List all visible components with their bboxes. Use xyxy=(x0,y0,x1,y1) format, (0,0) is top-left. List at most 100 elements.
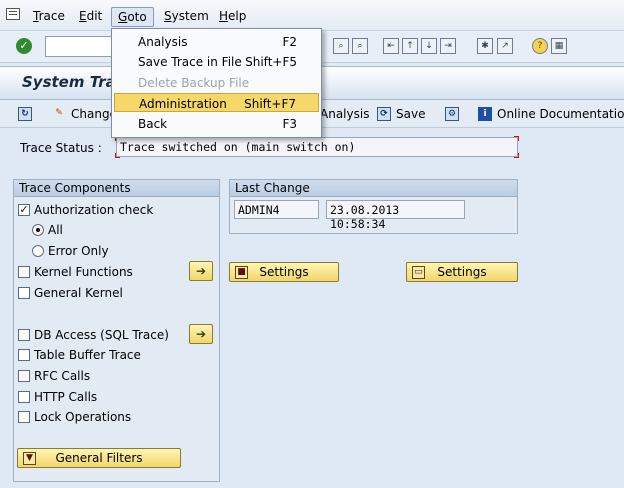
rfc-calls-checkbox[interactable] xyxy=(18,370,30,382)
trace-components-title: Trace Components xyxy=(14,180,219,197)
menu-item-analysis-label: Analysis xyxy=(138,35,188,49)
db-access-option[interactable]: DB Access (SQL Trace) xyxy=(18,328,169,342)
menu-item-administration[interactable]: Administration Shift+F7 xyxy=(114,93,319,112)
help-icon[interactable]: ? xyxy=(532,38,548,54)
display-change-button[interactable]: ↻ xyxy=(18,104,32,124)
rfc-calls-option[interactable]: RFC Calls xyxy=(18,369,90,383)
kernel-functions-checkbox[interactable] xyxy=(18,266,30,278)
http-calls-label: HTTP Calls xyxy=(34,390,98,404)
find-next-icon[interactable]: ⌕ xyxy=(352,38,368,54)
menu-edit[interactable]: Edit xyxy=(73,7,108,27)
http-calls-checkbox[interactable] xyxy=(18,391,30,403)
general-kernel-checkbox[interactable] xyxy=(18,287,30,299)
menu-item-delete-backup: Delete Backup File xyxy=(114,73,319,92)
save-label: Save xyxy=(396,107,426,121)
settings-button-right[interactable]: ▭ Settings xyxy=(406,262,518,282)
lock-operations-option[interactable]: Lock Operations xyxy=(18,410,131,424)
menu-item-delete-backup-label: Delete Backup File xyxy=(138,76,250,90)
radio-errors-option[interactable]: Error Only xyxy=(32,244,109,258)
next-page-icon[interactable]: ↓ xyxy=(421,38,437,54)
required-marker xyxy=(514,136,519,141)
new-session-icon[interactable]: ✱ xyxy=(477,38,493,54)
menu-item-administration-label: Administration xyxy=(139,97,227,111)
table-buffer-label: Table Buffer Trace xyxy=(34,348,141,362)
last-page-icon[interactable]: ⇥ xyxy=(440,38,456,54)
find-icon[interactable]: ⌕ xyxy=(333,38,349,54)
arrow-right-icon: ➔ xyxy=(195,327,207,341)
analysis-button[interactable]: Analysis xyxy=(320,104,369,124)
arrow-right-icon: ➔ xyxy=(195,264,207,278)
menu-item-analysis-shortcut: F2 xyxy=(282,35,297,49)
required-marker xyxy=(115,153,120,158)
menu-help[interactable]: Help xyxy=(213,7,252,27)
system-menu-icon[interactable] xyxy=(6,8,20,20)
open-folder-icon: ▭ xyxy=(412,266,425,279)
save-icon: ■ xyxy=(235,266,248,279)
db-access-label: DB Access (SQL Trace) xyxy=(34,328,169,342)
db-access-checkbox[interactable] xyxy=(18,329,30,341)
general-filters-button[interactable]: ▼ General Filters xyxy=(17,448,181,468)
trace-status-label: Trace Status : xyxy=(20,141,102,155)
lock-operations-checkbox[interactable] xyxy=(18,411,30,423)
menu-trace[interactable]: Trace xyxy=(27,7,71,27)
settings-tool-button[interactable]: ⚙ xyxy=(445,104,459,124)
radio-errors-only[interactable] xyxy=(32,245,44,257)
page-title: System Tra xyxy=(22,73,116,91)
settings-button-left[interactable]: ■ Settings xyxy=(229,262,339,282)
kernel-functions-label: Kernel Functions xyxy=(34,265,133,279)
menu-item-save-trace[interactable]: Save Trace in File Shift+F5 xyxy=(114,52,319,71)
filter-icon: ▼ xyxy=(23,452,36,465)
kernel-functions-option[interactable]: Kernel Functions xyxy=(18,265,133,279)
kernel-details-button[interactable]: ➔ xyxy=(189,261,213,281)
online-documentation-label: Online Documentation xyxy=(497,107,624,121)
lock-operations-label: Lock Operations xyxy=(34,410,132,424)
previous-page-icon[interactable]: ↑ xyxy=(402,38,418,54)
menu-goto[interactable]: Goto xyxy=(111,7,154,27)
settings-right-label: Settings xyxy=(437,265,487,279)
general-filters-label: General Filters xyxy=(55,451,143,465)
general-kernel-label: General Kernel xyxy=(34,286,123,300)
last-change-title: Last Change xyxy=(230,180,517,197)
radio-errors-label: Error Only xyxy=(48,244,109,258)
change-button[interactable]: ✎ Change xyxy=(52,104,117,124)
goto-dropdown-menu: Analysis F2 Save Trace in File Shift+F5 … xyxy=(111,28,322,138)
menu-item-administration-shortcut: Shift+F7 xyxy=(244,97,296,111)
radio-all-label: All xyxy=(48,223,63,237)
menu-item-save-trace-shortcut: Shift+F5 xyxy=(245,55,297,69)
general-kernel-option[interactable]: General Kernel xyxy=(18,286,123,300)
trace-status-field: Trace switched on (main switch on) xyxy=(115,136,519,158)
analysis-label: Analysis xyxy=(320,107,370,121)
refresh-icon: ↻ xyxy=(18,107,32,121)
radio-all-option[interactable]: All xyxy=(32,223,63,237)
rfc-calls-label: RFC Calls xyxy=(34,369,91,383)
menu-system[interactable]: System xyxy=(158,7,215,27)
menu-item-back[interactable]: Back F3 xyxy=(114,114,319,133)
online-documentation-button[interactable]: i Online Documentation xyxy=(478,104,624,124)
enter-check-icon[interactable]: ✓ xyxy=(16,38,32,54)
info-icon: i xyxy=(478,107,492,121)
table-buffer-checkbox[interactable] xyxy=(18,349,30,361)
save-icon: ⟳ xyxy=(377,107,391,121)
table-buffer-option[interactable]: Table Buffer Trace xyxy=(18,348,141,362)
radio-all[interactable] xyxy=(32,224,44,236)
menu-item-analysis[interactable]: Analysis F2 xyxy=(114,32,319,51)
http-calls-option[interactable]: HTTP Calls xyxy=(18,390,97,404)
settings-left-label: Settings xyxy=(259,265,309,279)
shortcut-icon[interactable]: ↗ xyxy=(497,38,513,54)
authorization-checkbox[interactable]: ✓ xyxy=(18,204,30,216)
trace-status-value: Trace switched on (main switch on) xyxy=(120,140,356,154)
menu-item-save-trace-label: Save Trace in File xyxy=(138,55,242,69)
menu-item-back-shortcut: F3 xyxy=(282,117,297,131)
menu-item-back-label: Back xyxy=(138,117,168,131)
last-change-user-field: ADMIN4 xyxy=(234,200,319,219)
db-details-button[interactable]: ➔ xyxy=(189,324,213,344)
first-page-icon[interactable]: ⇤ xyxy=(383,38,399,54)
last-change-timestamp-field: 23.08.2013 10:58:34 xyxy=(326,200,465,231)
tools-icon: ⚙ xyxy=(445,107,459,121)
pencil-icon: ✎ xyxy=(55,108,63,118)
authorization-check-option[interactable]: ✓ Authorization check xyxy=(18,203,153,217)
authorization-check-label: Authorization check xyxy=(34,203,154,217)
layout-menu-icon[interactable]: ▦ xyxy=(551,38,567,54)
save-button[interactable]: ⟳ Save xyxy=(377,104,425,124)
required-marker xyxy=(514,153,519,158)
